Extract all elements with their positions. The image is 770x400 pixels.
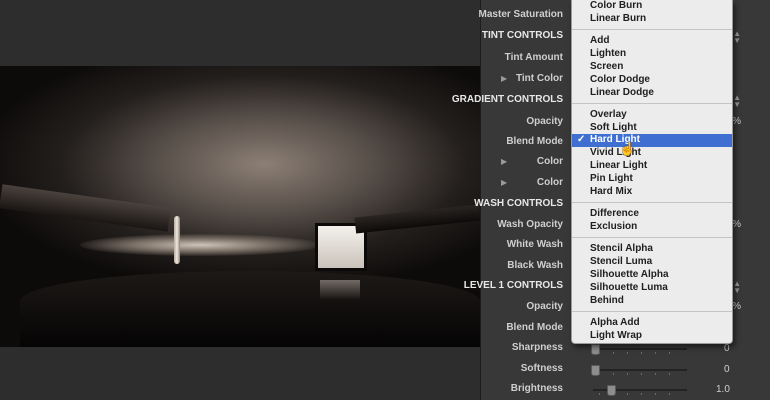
stepper-icon[interactable]: ▲ ▼ bbox=[733, 30, 741, 45]
gradient-opacity-percent: % bbox=[732, 116, 741, 127]
preview-image bbox=[0, 66, 480, 347]
softness-slider-track[interactable] bbox=[593, 369, 687, 371]
menu-item-alpha-add[interactable]: Alpha Add bbox=[572, 317, 732, 330]
black-wash-label: Black Wash bbox=[507, 260, 563, 271]
sharpness-value[interactable]: 0 bbox=[724, 343, 730, 354]
menu-item-light-wrap[interactable]: Light Wrap bbox=[572, 330, 732, 343]
menu-item-pin-light[interactable]: Pin Light bbox=[572, 173, 732, 186]
menu-item-stencil-luma[interactable]: Stencil Luma bbox=[572, 256, 732, 269]
white-wash-label: White Wash bbox=[506, 239, 563, 250]
menu-item-linear-burn[interactable]: Linear Burn bbox=[572, 13, 732, 26]
checkmark-icon: ✓ bbox=[577, 134, 586, 145]
spindle bbox=[174, 216, 180, 264]
softness-slider-knob[interactable] bbox=[591, 365, 600, 376]
wash-controls-label: WASH CONTROLS bbox=[474, 198, 563, 209]
brightness-slider-knob[interactable] bbox=[607, 385, 616, 396]
menu-item-difference[interactable]: Difference bbox=[572, 208, 732, 221]
brightness-label: Brightness bbox=[510, 383, 563, 394]
softness-value[interactable]: 0 bbox=[724, 364, 730, 375]
cartridge-reflection bbox=[320, 280, 360, 300]
gradient-controls-label: GRADIENT CONTROLS bbox=[451, 94, 563, 105]
stepper-icon[interactable]: ▲ ▼ bbox=[733, 94, 741, 109]
menu-item-lighten[interactable]: Lighten bbox=[572, 48, 732, 61]
row-softness[interactable]: Softness 0 bbox=[481, 361, 770, 379]
level1-opacity-label: Opacity bbox=[526, 301, 563, 312]
wash-opacity-percent: % bbox=[732, 219, 741, 230]
blend-mode-menu[interactable]: Color Burn Linear Burn Add Lighten Scree… bbox=[571, 0, 733, 344]
menu-item-silhouette-alpha[interactable]: Silhouette Alpha bbox=[572, 269, 732, 282]
tint-amount-label: Tint Amount bbox=[504, 52, 563, 63]
menu-item-hard-mix[interactable]: Hard Mix bbox=[572, 186, 732, 199]
menu-separator bbox=[572, 103, 732, 104]
menu-item-linear-dodge[interactable]: Linear Dodge bbox=[572, 87, 732, 100]
menu-item-linear-light[interactable]: Linear Light bbox=[572, 160, 732, 173]
menu-item-hard-light[interactable]: ✓ Hard Light bbox=[572, 134, 732, 147]
platter-highlight bbox=[80, 234, 320, 256]
viewer-canvas bbox=[0, 0, 480, 400]
menu-item-vivid-light[interactable]: Vivid Light bbox=[572, 147, 732, 160]
gradient-opacity-label: Opacity bbox=[526, 116, 563, 127]
tint-color-label: Tint Color bbox=[515, 73, 563, 84]
turntable-platter bbox=[20, 271, 480, 347]
stepper-icon[interactable]: ▲ ▼ bbox=[733, 280, 741, 295]
level1-opacity-percent: % bbox=[732, 301, 741, 312]
color-2-label: Color bbox=[536, 177, 563, 188]
menu-item-exclusion[interactable]: Exclusion bbox=[572, 221, 732, 234]
sharpness-slider-ticks bbox=[599, 352, 683, 354]
menu-item-behind[interactable]: Behind bbox=[572, 295, 732, 308]
sharpness-slider-knob[interactable] bbox=[591, 344, 600, 355]
menu-separator bbox=[572, 29, 732, 30]
level1-controls-label: LEVEL 1 CONTROLS bbox=[463, 280, 563, 291]
menu-item-color-dodge[interactable]: Color Dodge bbox=[572, 74, 732, 87]
menu-item-color-burn[interactable]: Color Burn bbox=[572, 0, 732, 13]
tonearm-left bbox=[0, 184, 171, 232]
sharpness-slider-track[interactable] bbox=[593, 348, 687, 350]
tint-controls-label: TINT CONTROLS bbox=[481, 30, 563, 41]
gradient-blend-mode-label: Blend Mode bbox=[506, 136, 563, 147]
master-saturation-label: Master Saturation bbox=[478, 9, 563, 20]
softness-label: Softness bbox=[520, 363, 563, 374]
softness-slider-ticks bbox=[599, 373, 683, 375]
menu-separator bbox=[572, 237, 732, 238]
brightness-value[interactable]: 1.0 bbox=[716, 384, 730, 395]
sharpness-label: Sharpness bbox=[511, 342, 563, 353]
menu-item-overlay[interactable]: Overlay bbox=[572, 109, 732, 122]
menu-separator bbox=[572, 311, 732, 312]
disclosure-triangle-icon[interactable]: ▶ bbox=[501, 157, 507, 166]
menu-separator bbox=[572, 202, 732, 203]
disclosure-triangle-icon[interactable]: ▶ bbox=[501, 74, 507, 83]
menu-item-add[interactable]: Add bbox=[572, 35, 732, 48]
color-1-label: Color bbox=[536, 156, 563, 167]
hand-cursor-icon: ☝ bbox=[619, 141, 636, 156]
wash-opacity-label: Wash Opacity bbox=[497, 219, 563, 230]
tonearm-arm bbox=[354, 204, 480, 234]
disclosure-triangle-icon[interactable]: ▶ bbox=[501, 178, 507, 187]
level1-blend-mode-label: Blend Mode bbox=[506, 322, 563, 333]
menu-item-stencil-alpha[interactable]: Stencil Alpha bbox=[572, 243, 732, 256]
menu-item-silhouette-luma[interactable]: Silhouette Luma bbox=[572, 282, 732, 295]
row-brightness[interactable]: Brightness 1.0 bbox=[481, 381, 770, 399]
menu-item-screen[interactable]: Screen bbox=[572, 61, 732, 74]
